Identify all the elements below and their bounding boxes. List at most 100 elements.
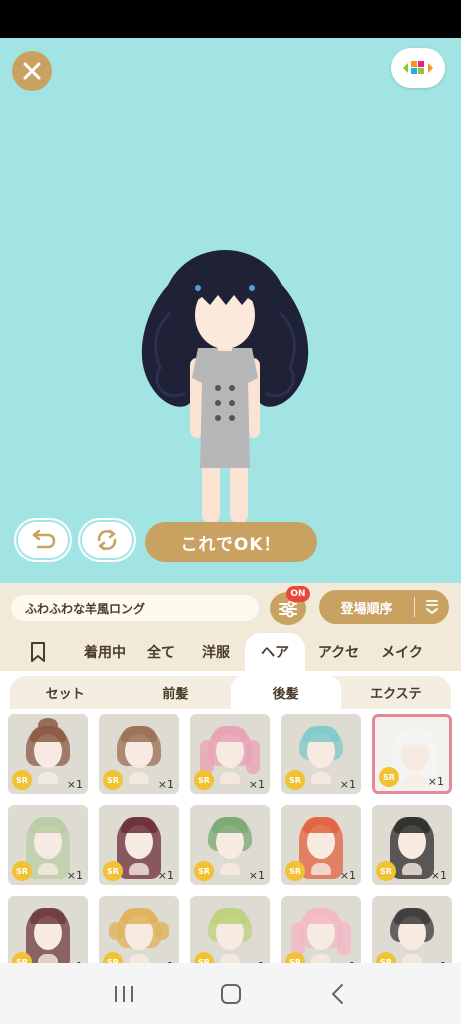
mannequin-shoulder bbox=[311, 772, 331, 784]
hair-item-card[interactable]: SR×1 bbox=[99, 896, 179, 963]
tab-bookmark[interactable] bbox=[0, 633, 75, 671]
hair-item-card[interactable]: SR ×1 bbox=[190, 714, 270, 794]
mannequin-shoulder bbox=[38, 772, 58, 784]
rarity-badge: SR bbox=[285, 861, 305, 881]
item-name-label: ふわふわな羊風ロング bbox=[11, 595, 259, 621]
hair-tail bbox=[109, 922, 123, 940]
subtab-back-hair[interactable]: 後髪 bbox=[230, 676, 341, 709]
hair-item-card[interactable]: SR ×1 bbox=[8, 714, 88, 794]
rarity-badge: SR bbox=[12, 861, 32, 881]
home-button[interactable] bbox=[211, 974, 251, 1014]
hair-item-card[interactable]: SR×1 bbox=[281, 805, 361, 885]
item-quantity: ×1 bbox=[66, 778, 83, 791]
hair-tail bbox=[246, 740, 260, 774]
hair-item-card[interactable]: SR×1 bbox=[372, 805, 452, 885]
hair-preview-top bbox=[30, 908, 66, 924]
hair-preview-top bbox=[30, 726, 66, 742]
undo-button[interactable] bbox=[16, 520, 70, 560]
mannequin-shoulder bbox=[129, 863, 149, 875]
mannequin-shoulder bbox=[129, 954, 149, 963]
recents-button[interactable] bbox=[104, 974, 144, 1014]
item-quantity: ×1 bbox=[157, 778, 174, 791]
subtab-extensions[interactable]: エクステ bbox=[341, 676, 451, 709]
tab-clothes[interactable]: 洋服 bbox=[187, 633, 245, 671]
hair-tail bbox=[200, 740, 214, 774]
mannequin-shoulder bbox=[402, 863, 422, 875]
close-button[interactable] bbox=[12, 51, 52, 91]
mannequin-shoulder bbox=[38, 863, 58, 875]
bookmark-icon bbox=[30, 642, 45, 662]
hair-tail bbox=[337, 922, 351, 956]
rarity-badge: SR bbox=[194, 861, 214, 881]
hair-preview-top bbox=[121, 908, 157, 924]
reset-button[interactable] bbox=[80, 520, 134, 560]
tab-all[interactable]: 全て bbox=[135, 633, 187, 671]
item-quantity: ×1 bbox=[248, 778, 265, 791]
mannequin-shoulder bbox=[220, 772, 240, 784]
refresh-icon bbox=[97, 529, 117, 551]
hair-item-card[interactable]: SR ×1 bbox=[190, 805, 270, 885]
hair-preview-top bbox=[394, 908, 430, 924]
tab-makeup[interactable]: メイク bbox=[372, 633, 432, 671]
mannequin-shoulder bbox=[311, 954, 331, 963]
hair-item-card[interactable]: SR×1 bbox=[372, 714, 452, 794]
item-quantity: ×1 bbox=[430, 869, 447, 882]
mannequin-shoulder bbox=[220, 863, 240, 875]
confirm-ok-button[interactable]: これでOK！ bbox=[145, 522, 317, 562]
hair-preview-top bbox=[121, 817, 157, 833]
item-grid: SR ×1 SR ×1 SR ×1 SR ×1 SR ×1 SR ×1 SR ×1 SR ×1 SR ×1 SR ×1… bbox=[0, 709, 461, 963]
hair-tail bbox=[291, 922, 305, 956]
hair-tail bbox=[155, 922, 169, 940]
rarity-badge: SR bbox=[285, 770, 305, 790]
display-menu-button[interactable] bbox=[391, 48, 445, 88]
sliders-icon bbox=[279, 600, 297, 617]
mannequin-shoulder bbox=[129, 772, 149, 784]
rarity-badge: SR bbox=[194, 952, 214, 963]
back-button[interactable] bbox=[318, 974, 358, 1014]
hair-item-card[interactable]: SR×1 bbox=[190, 896, 270, 963]
hair-preview-top bbox=[212, 817, 248, 833]
hair-preview-top bbox=[212, 726, 248, 742]
hair-item-card[interactable]: SR×1 bbox=[99, 714, 179, 794]
item-name-bar: ふわふわな羊風ロング ON 登場順序 bbox=[0, 583, 461, 633]
hair-preview-top bbox=[303, 908, 339, 924]
rarity-badge: SR bbox=[103, 952, 123, 963]
item-quantity: ×1 bbox=[427, 775, 444, 788]
rarity-badge: SR bbox=[376, 952, 396, 963]
mannequin-shoulder bbox=[405, 775, 425, 787]
android-nav-bar bbox=[0, 963, 461, 1024]
undo-icon bbox=[32, 529, 56, 549]
mannequin-shoulder bbox=[220, 954, 240, 963]
category-tabs: 着用中 全て 洋服 ヘア アクセ メイク bbox=[0, 633, 461, 671]
mannequin-shoulder bbox=[38, 954, 58, 963]
hair-preview-top bbox=[303, 817, 339, 833]
tab-wearing[interactable]: 着用中 bbox=[75, 633, 135, 671]
back-icon bbox=[331, 983, 343, 1004]
rarity-badge: SR bbox=[12, 770, 32, 790]
hair-item-card[interactable]: SR×1 bbox=[8, 896, 88, 963]
status-bar bbox=[0, 0, 461, 38]
hair-item-card[interactable]: SR×1 bbox=[372, 896, 452, 963]
sort-icon bbox=[415, 599, 449, 615]
sort-order-button[interactable]: 登場順序 bbox=[319, 590, 449, 624]
hair-preview-top bbox=[30, 817, 66, 833]
tab-accessories[interactable]: アクセ bbox=[305, 633, 372, 671]
home-icon bbox=[220, 983, 241, 1004]
item-quantity: ×1 bbox=[248, 869, 265, 882]
hair-item-card[interactable]: SR×1 bbox=[99, 805, 179, 885]
item-quantity: ×1 bbox=[66, 869, 83, 882]
subtab-front-hair[interactable]: 前髪 bbox=[120, 676, 230, 709]
recents-icon bbox=[114, 985, 133, 1002]
tab-hair[interactable]: ヘア bbox=[245, 633, 305, 671]
hair-item-card[interactable]: SR ×1 bbox=[8, 805, 88, 885]
avatar-character[interactable] bbox=[130, 243, 320, 543]
item-quantity: ×1 bbox=[157, 869, 174, 882]
subtab-set[interactable]: セット bbox=[10, 676, 120, 709]
hair-item-card[interactable]: SR×1 bbox=[281, 896, 361, 963]
hair-item-card[interactable]: SR×1 bbox=[281, 714, 361, 794]
hair-preview-top bbox=[212, 908, 248, 924]
close-icon bbox=[23, 62, 41, 80]
mannequin-shoulder bbox=[402, 954, 422, 963]
rarity-badge: SR bbox=[194, 770, 214, 790]
hair-preview-top bbox=[394, 817, 430, 833]
